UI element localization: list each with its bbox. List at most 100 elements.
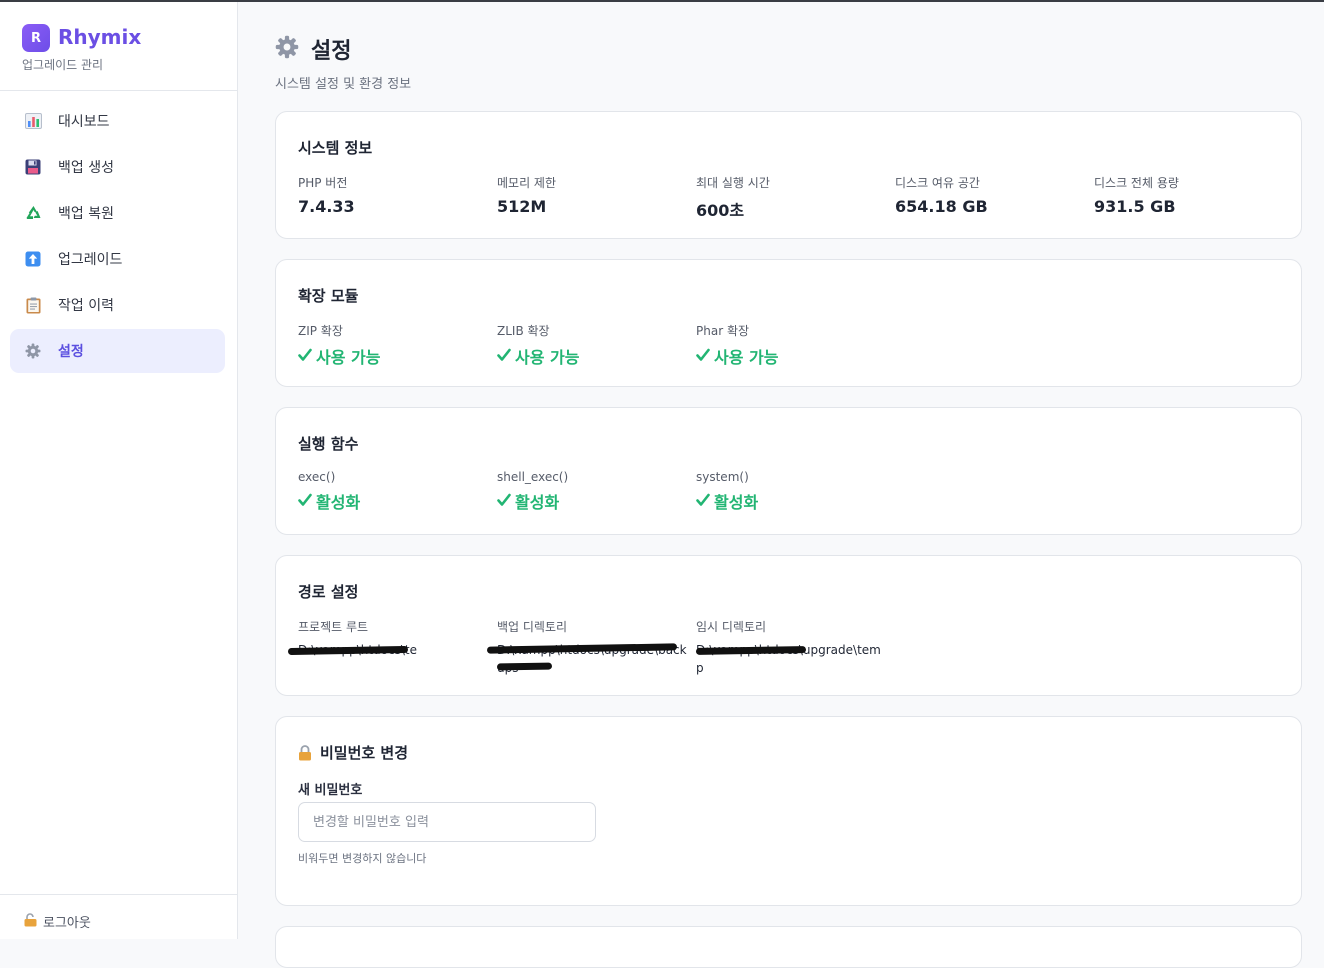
field-value: 512M: [497, 197, 547, 216]
field-label: 디스크 전체 용량: [1094, 176, 1179, 190]
extension-field-phar: Phar 확장 사용 가능: [696, 322, 886, 368]
status-value: 사용 가능: [298, 344, 488, 368]
clipboard-icon: [24, 296, 42, 314]
check-icon: [298, 492, 312, 511]
function-field-system: system() 활성화: [696, 470, 886, 513]
field-value: 931.5 GB: [1094, 197, 1176, 216]
status-text: 사용 가능: [316, 348, 381, 367]
logout-button[interactable]: 로그아웃: [24, 912, 91, 931]
field-label: ZIP 확장: [298, 324, 343, 338]
next-card: [275, 926, 1302, 968]
check-icon: [497, 347, 511, 366]
gear-icon: [275, 35, 299, 63]
card-title: 실행 함수: [298, 435, 359, 453]
status-value: 사용 가능: [696, 344, 886, 368]
function-field-exec: exec() 활성화: [298, 470, 488, 513]
sidebar-item-backup-create[interactable]: 백업 생성: [10, 145, 225, 189]
status-value: 활성화: [497, 489, 687, 513]
status-text: 활성화: [316, 493, 361, 512]
recycle-icon: [24, 204, 42, 222]
redaction-mark: [496, 662, 553, 671]
up-arrow-icon: [24, 250, 42, 268]
status-text: 사용 가능: [714, 348, 779, 367]
field-label: 디스크 여유 공간: [895, 176, 980, 190]
sidebar-item-label: 설정: [58, 344, 84, 360]
page-header: 설정 시스템 설정 및 환경 정보: [275, 33, 411, 92]
card-title-text: 비밀번호 변경: [320, 744, 409, 762]
page-subtitle: 시스템 설정 및 환경 정보: [275, 77, 412, 92]
field-value: 600초: [696, 201, 745, 220]
sidebar-item-upgrade[interactable]: 업그레이드: [10, 237, 225, 281]
sidebar-item-label: 작업 이력: [58, 298, 114, 314]
brand-logo: R: [22, 24, 50, 52]
extension-field-zip: ZIP 확장 사용 가능: [298, 322, 488, 368]
field-label: Phar 확장: [696, 324, 750, 338]
gear-icon: [24, 342, 42, 360]
check-icon: [696, 492, 710, 511]
field-label: 임시 디렉토리: [696, 620, 767, 634]
path-field-backup-dir: 백업 디렉토리 D:\xampp\htdocs\upgrade\backups: [486, 618, 687, 677]
path-field-project-root: 프로젝트 루트 D:\xampp\htdocs\te: [287, 618, 438, 659]
card-title: 비밀번호 변경: [298, 742, 408, 763]
field-label: PHP 버전: [298, 176, 348, 190]
lock-icon: [298, 744, 312, 761]
status-text: 활성화: [714, 493, 759, 512]
sidebar-item-backup-restore[interactable]: 백업 복원: [10, 191, 225, 235]
info-field-memory-limit: 메모리 제한 512M: [497, 174, 687, 216]
path-value: D:\xampp\htdocs\upgrade\temp: [695, 641, 882, 677]
function-field-shell-exec: shell_exec() 활성화: [497, 470, 687, 513]
brand-subtitle: 업그레이드 관리: [22, 58, 104, 72]
paths-card: 경로 설정 프로젝트 루트 D:\xampp\htdocs\te 백업 디렉토리…: [275, 555, 1302, 696]
check-icon: [497, 492, 511, 511]
field-label: 프로젝트 루트: [298, 620, 369, 634]
card-title: 시스템 정보: [298, 139, 373, 157]
extension-field-zlib: ZLIB 확장 사용 가능: [497, 322, 687, 368]
sidebar: R Rhymix 업그레이드 관리 대시보드 백업 생성 백업 복원 업그레이드…: [0, 2, 238, 939]
status-value: 활성화: [696, 489, 886, 513]
field-label: exec(): [298, 470, 336, 484]
check-icon: [298, 347, 312, 366]
sidebar-divider: [0, 90, 237, 91]
card-title: 확장 모듈: [298, 287, 359, 305]
field-label: system(): [696, 470, 749, 484]
status-text: 활성화: [515, 493, 560, 512]
field-label: 메모리 제한: [497, 176, 557, 190]
path-field-temp-dir: 임시 디렉토리 D:\xampp\htdocs\upgrade\temp: [695, 618, 882, 677]
field-value: 654.18 GB: [895, 197, 988, 216]
new-password-input[interactable]: [298, 802, 596, 842]
password-card: 비밀번호 변경 새 비밀번호 비워두면 변경하지 않습니다: [275, 716, 1302, 906]
status-value: 사용 가능: [497, 344, 687, 368]
sidebar-item-label: 백업 복원: [58, 206, 114, 222]
brand-name[interactable]: Rhymix: [58, 25, 141, 49]
page-title: 설정: [311, 39, 352, 64]
logout-label: 로그아웃: [43, 916, 91, 931]
field-label: shell_exec(): [497, 470, 569, 484]
field-label: 백업 디렉토리: [497, 620, 568, 634]
info-field-php-version: PHP 버전 7.4.33: [298, 174, 488, 216]
info-field-disk-total: 디스크 전체 용량 931.5 GB: [1094, 174, 1284, 216]
field-label: 최대 실행 시간: [696, 176, 770, 190]
sidebar-item-history[interactable]: 작업 이력: [10, 283, 225, 327]
sidebar-item-settings[interactable]: 설정: [10, 329, 225, 373]
status-text: 사용 가능: [515, 348, 580, 367]
check-icon: [696, 347, 710, 366]
new-password-label: 새 비밀번호: [298, 783, 363, 798]
floppy-disk-icon: [24, 158, 42, 176]
sidebar-item-dashboard[interactable]: 대시보드: [10, 99, 225, 143]
sidebar-item-label: 백업 생성: [58, 160, 114, 176]
unlock-icon: [24, 912, 37, 931]
system-info-card: 시스템 정보 PHP 버전 7.4.33 메모리 제한 512M 최대 실행 시…: [275, 111, 1302, 239]
password-help-text: 비워두면 변경하지 않습니다: [298, 852, 427, 865]
field-label: ZLIB 확장: [497, 324, 550, 338]
path-value: D:\xampp\htdocs\te: [287, 641, 438, 659]
path-value: D:\xampp\htdocs\upgrade\backups: [486, 641, 687, 677]
field-value: 7.4.33: [298, 197, 355, 216]
info-field-disk-free: 디스크 여유 공간 654.18 GB: [895, 174, 1085, 216]
sidebar-item-label: 대시보드: [58, 114, 110, 130]
extensions-card: 확장 모듈 ZIP 확장 사용 가능 ZLIB 확장 사용 가능 Phar 확장…: [275, 259, 1302, 387]
status-value: 활성화: [298, 489, 488, 513]
bar-chart-icon: [24, 112, 42, 130]
sidebar-item-label: 업그레이드: [58, 252, 123, 268]
sidebar-divider: [0, 894, 237, 895]
exec-functions-card: 실행 함수 exec() 활성화 shell_exec() 활성화 system…: [275, 407, 1302, 535]
